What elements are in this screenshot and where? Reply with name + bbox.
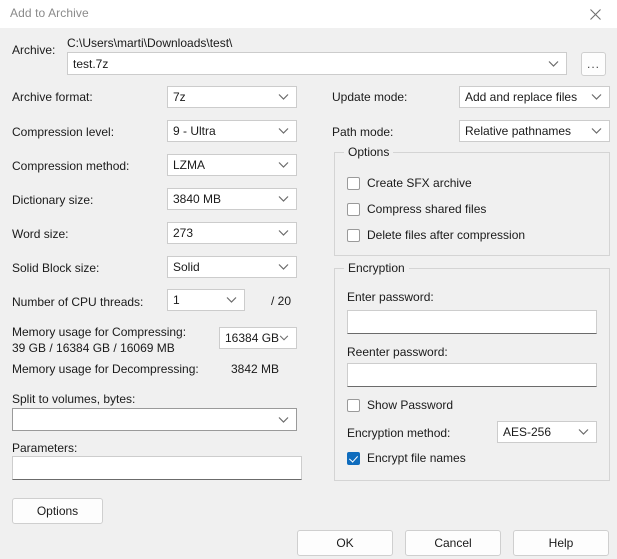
path-mode-combo[interactable]: Relative pathnames bbox=[459, 120, 610, 142]
encryption-method-combo[interactable]: AES-256 bbox=[497, 421, 597, 443]
close-icon bbox=[589, 8, 601, 20]
checkbox-create-sfx-archive[interactable]: Create SFX archive bbox=[347, 176, 472, 190]
checkbox-label: Show Password bbox=[367, 398, 454, 412]
memory-usage-combo[interactable]: 16384 GB bbox=[219, 327, 297, 349]
chevron-down-icon bbox=[548, 60, 559, 67]
reenter-password-input[interactable] bbox=[347, 363, 597, 387]
checkbox-icon bbox=[347, 202, 360, 216]
checkbox-label: Compress shared files bbox=[367, 202, 487, 216]
compression-level-value: 9 - Ultra bbox=[173, 124, 216, 138]
update-mode-combo[interactable]: Add and replace files bbox=[459, 86, 610, 108]
enter-password-input[interactable] bbox=[347, 310, 597, 334]
checkbox-compress-shared-files[interactable]: Compress shared files bbox=[347, 202, 486, 216]
word-size-value: 273 bbox=[173, 226, 194, 240]
checkbox-encrypt-file-names[interactable]: Encrypt file names bbox=[347, 451, 466, 465]
checkbox-show-password[interactable]: Show Password bbox=[347, 398, 453, 412]
compression-method-value: LZMA bbox=[173, 158, 206, 172]
chevron-down-icon bbox=[591, 94, 602, 101]
options-group-title: Options bbox=[344, 146, 394, 159]
encryption-group-title: Encryption bbox=[344, 262, 409, 275]
word-size-combo[interactable]: 273 bbox=[167, 222, 297, 244]
chevron-down-icon bbox=[278, 94, 289, 101]
ok-button[interactable]: OK bbox=[297, 530, 393, 556]
title-bar: Add to Archive bbox=[0, 0, 617, 29]
parameters-input[interactable] bbox=[12, 456, 302, 480]
memory-compressing-label: Memory usage for Compressing: bbox=[12, 325, 187, 339]
chevron-down-icon bbox=[279, 335, 289, 341]
checkbox-icon bbox=[347, 451, 360, 465]
browse-button[interactable]: ... bbox=[581, 52, 606, 76]
update-mode-label: Update mode: bbox=[332, 90, 408, 104]
memory-compressing-values: 39 GB / 16384 GB / 16069 MB bbox=[12, 341, 175, 355]
compression-method-combo[interactable]: LZMA bbox=[167, 154, 297, 176]
cpu-threads-value: 1 bbox=[173, 293, 180, 307]
help-button[interactable]: Help bbox=[513, 530, 609, 556]
chevron-down-icon bbox=[278, 128, 289, 135]
archive-name-value: test.7z bbox=[73, 56, 109, 71]
checkbox-icon bbox=[347, 398, 360, 412]
chevron-down-icon bbox=[278, 264, 289, 271]
chevron-down-icon bbox=[578, 429, 589, 436]
close-button[interactable] bbox=[573, 0, 617, 28]
archive-name-combo[interactable]: test.7z bbox=[67, 52, 567, 75]
dictionary-size-value: 3840 MB bbox=[173, 192, 222, 206]
archive-label: Archive: bbox=[12, 43, 56, 57]
split-volumes-label: Split to volumes, bytes: bbox=[12, 392, 136, 406]
enter-password-label: Enter password: bbox=[347, 290, 434, 304]
checkbox-delete-files-after-compression[interactable]: Delete files after compression bbox=[347, 228, 525, 242]
checkbox-label: Delete files after compression bbox=[367, 228, 526, 242]
memory-decompressing-label: Memory usage for Decompressing: bbox=[12, 362, 199, 376]
chevron-down-icon bbox=[591, 128, 602, 135]
checkbox-label: Create SFX archive bbox=[367, 176, 472, 190]
solid-block-size-label: Solid Block size: bbox=[12, 261, 100, 275]
checkbox-icon bbox=[347, 176, 360, 190]
chevron-down-icon bbox=[278, 416, 289, 423]
update-mode-value: Add and replace files bbox=[465, 90, 578, 104]
path-mode-label: Path mode: bbox=[332, 125, 394, 139]
cpu-threads-combo[interactable]: 1 bbox=[167, 289, 245, 311]
options-button[interactable]: Options bbox=[12, 498, 103, 524]
cpu-threads-label: Number of CPU threads: bbox=[12, 295, 144, 309]
cpu-threads-total: / 20 bbox=[271, 294, 292, 308]
checkbox-label: Encrypt file names bbox=[367, 451, 466, 465]
window-title: Add to Archive bbox=[10, 6, 89, 20]
checkbox-icon bbox=[347, 228, 360, 242]
archive-format-label: Archive format: bbox=[12, 90, 93, 104]
cancel-button[interactable]: Cancel bbox=[405, 530, 501, 556]
archive-format-combo[interactable]: 7z bbox=[167, 86, 297, 108]
compression-level-label: Compression level: bbox=[12, 125, 115, 139]
encryption-method-value: AES-256 bbox=[503, 425, 552, 439]
memory-usage-value: 16384 GB bbox=[225, 331, 280, 345]
chevron-down-icon bbox=[278, 196, 289, 203]
dictionary-size-label: Dictionary size: bbox=[12, 193, 94, 207]
archive-path-text: C:\Users\marti\Downloads\test\ bbox=[67, 36, 233, 50]
reenter-password-label: Reenter password: bbox=[347, 345, 448, 359]
split-volumes-combo[interactable] bbox=[12, 408, 297, 431]
path-mode-value: Relative pathnames bbox=[465, 124, 572, 138]
solid-block-size-value: Solid bbox=[173, 260, 200, 274]
parameters-label: Parameters: bbox=[12, 441, 78, 455]
word-size-label: Word size: bbox=[12, 227, 69, 241]
memory-decompressing-value: 3842 MB bbox=[231, 362, 280, 376]
archive-format-value: 7z bbox=[173, 90, 186, 104]
encryption-method-label: Encryption method: bbox=[347, 426, 451, 440]
solid-block-size-combo[interactable]: Solid bbox=[167, 256, 297, 278]
dictionary-size-combo[interactable]: 3840 MB bbox=[167, 188, 297, 210]
compression-method-label: Compression method: bbox=[12, 159, 130, 173]
chevron-down-icon bbox=[226, 297, 237, 304]
chevron-down-icon bbox=[278, 162, 289, 169]
compression-level-combo[interactable]: 9 - Ultra bbox=[167, 120, 297, 142]
chevron-down-icon bbox=[278, 230, 289, 237]
